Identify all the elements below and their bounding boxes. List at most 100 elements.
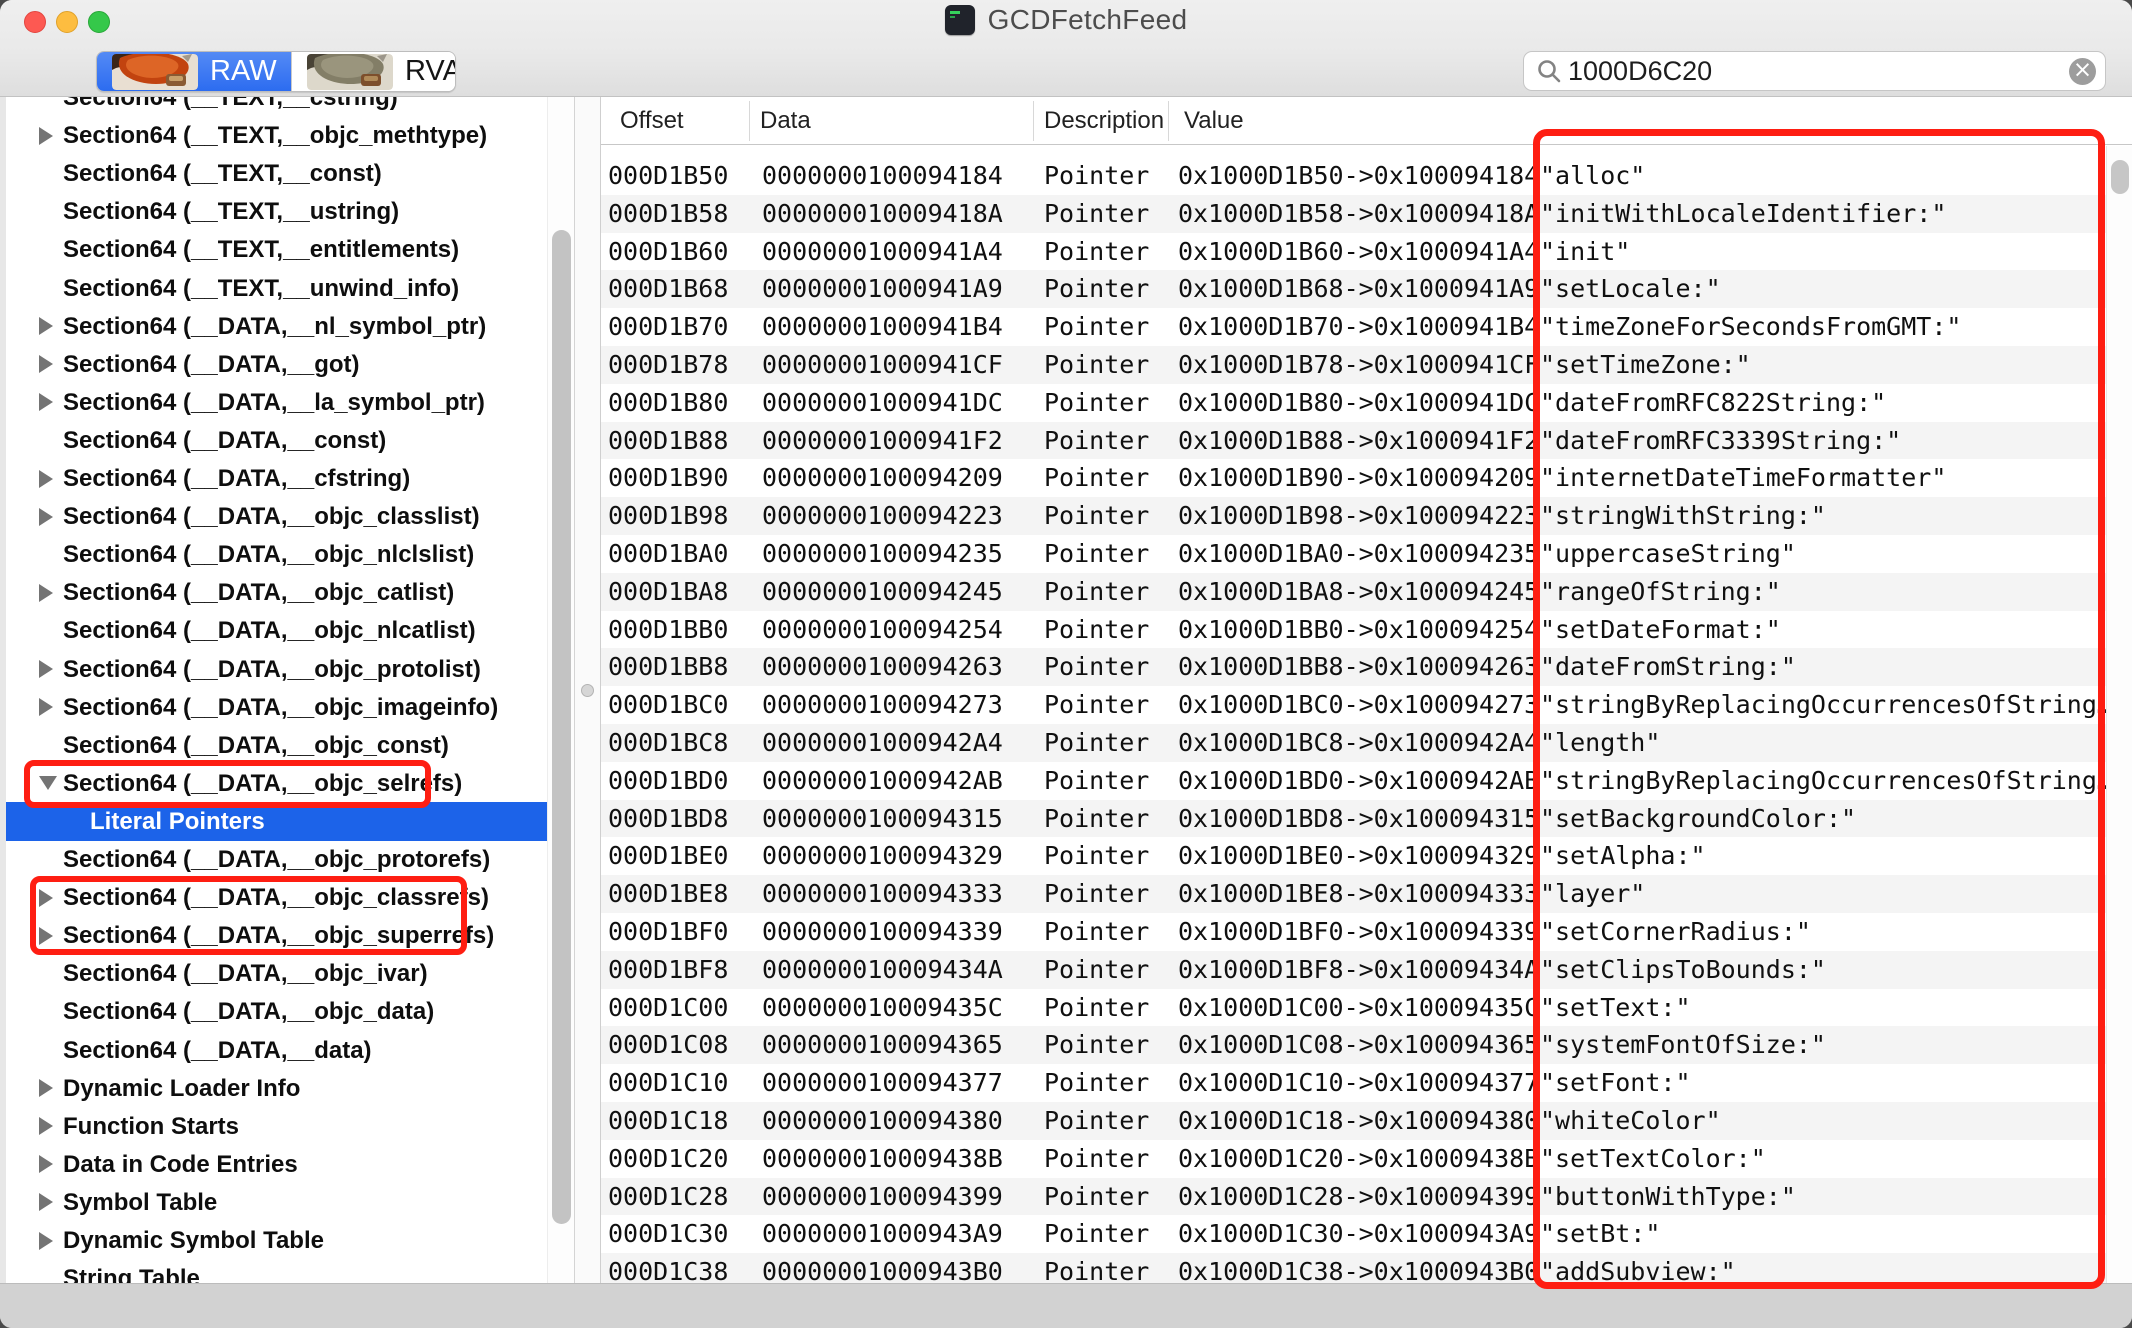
disclosure-triangle-icon[interactable]	[39, 584, 53, 602]
table-row[interactable]: 000D1B78 00000001000941CF Pointer 0x1000…	[601, 346, 2106, 384]
table-row[interactable]: 000D1BA0 0000000100094235 Pointer 0x1000…	[601, 535, 2106, 573]
table-row[interactable]: 000D1BC0 0000000100094273 Pointer 0x1000…	[601, 686, 2106, 724]
disclosure-triangle-icon[interactable]	[39, 470, 53, 488]
sidebar-item[interactable]: Function Starts	[6, 1107, 547, 1146]
sidebar-item[interactable]: Section64 (__DATA,__got)	[6, 345, 547, 384]
table-row[interactable]: 000D1BC8 00000001000942A4 Pointer 0x1000…	[601, 724, 2106, 762]
sidebar-item[interactable]: Section64 (__TEXT,__objc_methtype)	[6, 116, 547, 155]
disclosure-triangle-icon[interactable]	[39, 660, 53, 678]
table-row[interactable]: 000D1BB8 0000000100094263 Pointer 0x1000…	[601, 648, 2106, 686]
table-row[interactable]: 000D1BF0 0000000100094339 Pointer 0x1000…	[601, 913, 2106, 951]
sidebar-item[interactable]: Dynamic Loader Info	[6, 1069, 547, 1108]
table-row[interactable]: 000D1C20 000000010009438B Pointer 0x1000…	[601, 1140, 2106, 1178]
disclosure-triangle-icon[interactable]	[39, 889, 53, 907]
sidebar-scrollbar[interactable]	[547, 97, 574, 1283]
table-row[interactable]: 000D1C38 00000001000943B0 Pointer 0x1000…	[601, 1253, 2106, 1283]
search-field[interactable]: 1000D6C20 ×	[1523, 51, 2106, 91]
column-header-value[interactable]: Value	[1184, 97, 1244, 145]
table-row[interactable]: 000D1B68 00000001000941A9 Pointer 0x1000…	[601, 270, 2106, 308]
table-row[interactable]: 000D1B88 00000001000941F2 Pointer 0x1000…	[601, 422, 2106, 460]
sidebar-item[interactable]: Section64 (__DATA,__const)	[6, 421, 547, 460]
table-row[interactable]: 000D1C18 0000000100094380 Pointer 0x1000…	[601, 1102, 2106, 1140]
table-row[interactable]: 000D1C28 0000000100094399 Pointer 0x1000…	[601, 1178, 2106, 1216]
disclosure-triangle-icon[interactable]	[39, 127, 53, 145]
table-row[interactable]: 000D1B90 0000000100094209 Pointer 0x1000…	[601, 459, 2106, 497]
column-header-description[interactable]: Description	[1044, 97, 1164, 145]
table-row[interactable]: 000D1BE8 0000000100094333 Pointer 0x1000…	[601, 875, 2106, 913]
sidebar-item[interactable]: Section64 (__TEXT,__entitlements)	[6, 230, 547, 269]
table-row[interactable]: 000D1C10 0000000100094377 Pointer 0x1000…	[601, 1064, 2106, 1102]
disclosure-triangle-icon[interactable]	[39, 927, 53, 945]
table-row[interactable]: 000D1B70 00000001000941B4 Pointer 0x1000…	[601, 308, 2106, 346]
sidebar-item[interactable]: Symbol Table	[6, 1183, 547, 1222]
sidebar-item[interactable]: Dynamic Symbol Table	[6, 1221, 547, 1260]
disclosure-triangle-icon[interactable]	[39, 698, 53, 716]
sidebar-item[interactable]: Section64 (__DATA,__objc_ivar)	[6, 954, 547, 993]
table-row[interactable]: 000D1BA8 0000000100094245 Pointer 0x1000…	[601, 573, 2106, 611]
disclosure-triangle-icon[interactable]	[39, 508, 53, 526]
disclosure-triangle-icon[interactable]	[39, 355, 53, 373]
column-header-data[interactable]: Data	[760, 97, 811, 145]
cell-value: 0x1000D1BC8->0x1000942A4	[1178, 724, 1539, 762]
sidebar-item[interactable]: Section64 (__DATA,__objc_classlist)	[6, 497, 547, 536]
disclosure-triangle-icon[interactable]	[39, 393, 53, 411]
table-row[interactable]: 000D1BD0 00000001000942AB Pointer 0x1000…	[601, 762, 2106, 800]
sidebar-item[interactable]: Section64 (__DATA,__objc_imageinfo)	[6, 688, 547, 727]
cell-description: Pointer	[1044, 1064, 1149, 1102]
disclosure-triangle-icon[interactable]	[39, 776, 57, 790]
table-scrollbar-thumb[interactable]	[2111, 160, 2129, 194]
table-row[interactable]: 000D1C30 00000001000943A9 Pointer 0x1000…	[601, 1215, 2106, 1253]
sidebar-item[interactable]: Section64 (__DATA,__objc_selrefs)	[6, 764, 547, 803]
disclosure-triangle-icon[interactable]	[39, 1193, 53, 1211]
table-row[interactable]: 000D1C00 000000010009435C Pointer 0x1000…	[601, 989, 2106, 1027]
sidebar-item[interactable]: Section64 (__DATA,__objc_nlclslist)	[6, 535, 547, 574]
table-row[interactable]: 000D1C08 0000000100094365 Pointer 0x1000…	[601, 1026, 2106, 1064]
disclosure-triangle-icon[interactable]	[39, 1117, 53, 1135]
cell-offset: 000D1B98	[608, 497, 728, 535]
split-divider[interactable]	[574, 97, 601, 1283]
sidebar-item[interactable]: Section64 (__DATA,__la_symbol_ptr)	[6, 383, 547, 422]
table-row[interactable]: 000D1B80 00000001000941DC Pointer 0x1000…	[601, 384, 2106, 422]
segment-raw[interactable]: RAW	[97, 52, 291, 91]
sidebar-item[interactable]: Section64 (__DATA,__objc_protolist)	[6, 650, 547, 689]
cell-value: 0x1000D1B68->0x1000941A9	[1178, 270, 1539, 308]
table-row[interactable]: 000D1BF8 000000010009434A Pointer 0x1000…	[601, 951, 2106, 989]
sidebar-item[interactable]: String Table	[6, 1259, 547, 1283]
search-input-value[interactable]: 1000D6C20	[1568, 56, 2069, 87]
disclosure-triangle-icon[interactable]	[39, 1079, 53, 1097]
column-header-offset[interactable]: Offset	[620, 97, 684, 145]
sidebar-scrollbar-thumb[interactable]	[552, 230, 571, 1224]
sidebar-item[interactable]: Section64 (__DATA,__objc_classrefs)	[6, 878, 547, 917]
sidebar-item[interactable]: Section64 (__DATA,__cfstring)	[6, 459, 547, 498]
sidebar-item[interactable]: Literal Pointers	[6, 802, 547, 841]
table-scrollbar[interactable]	[2106, 146, 2132, 1283]
segment-rva[interactable]: RVA	[291, 52, 455, 91]
cell-description: Pointer	[1044, 346, 1149, 384]
sidebar-item[interactable]: Section64 (__TEXT,__const)	[6, 154, 547, 193]
table-row[interactable]: 000D1B98 0000000100094223 Pointer 0x1000…	[601, 497, 2106, 535]
table-row[interactable]: 000D1B58 000000010009418A Pointer 0x1000…	[601, 195, 2106, 233]
sidebar-item[interactable]: Section64 (__DATA,__objc_catlist)	[6, 573, 547, 612]
sidebar-item[interactable]: Section64 (__DATA,__nl_symbol_ptr)	[6, 307, 547, 346]
sidebar-item[interactable]: Data in Code Entries	[6, 1145, 547, 1184]
sidebar-item[interactable]: Section64 (__DATA,__objc_protorefs)	[6, 840, 547, 879]
table-row[interactable]: 000D1BE0 0000000100094329 Pointer 0x1000…	[601, 837, 2106, 875]
table-row[interactable]: 000D1B50 0000000100094184 Pointer 0x1000…	[601, 157, 2106, 195]
disclosure-triangle-icon[interactable]	[39, 317, 53, 335]
table-row[interactable]: 000D1BB0 0000000100094254 Pointer 0x1000…	[601, 611, 2106, 649]
sidebar-item[interactable]: Section64 (__DATA,__objc_superrefs)	[6, 916, 547, 955]
table-row[interactable]: 000D1BD8 0000000100094315 Pointer 0x1000…	[601, 800, 2106, 838]
table-row[interactable]: 000D1B60 00000001000941A4 Pointer 0x1000…	[601, 233, 2106, 271]
sidebar-item[interactable]: Section64 (__DATA,__data)	[6, 1031, 547, 1070]
sidebar-item[interactable]: Section64 (__DATA,__objc_data)	[6, 992, 547, 1031]
disclosure-triangle-icon[interactable]	[39, 1155, 53, 1173]
sidebar-item[interactable]: Section64 (__TEXT,__ustring)	[6, 192, 547, 231]
sidebar-item[interactable]: Section64 (__DATA,__objc_const)	[6, 726, 547, 765]
sidebar-item[interactable]: Section64 (__DATA,__objc_nlcatlist)	[6, 611, 547, 650]
sidebar-item[interactable]: Section64 (__TEXT,__cstring)	[6, 97, 547, 117]
disclosure-triangle-icon[interactable]	[39, 1232, 53, 1250]
sidebar-item-label: Section64 (__DATA,__objc_classlist)	[63, 497, 547, 536]
clear-search-icon[interactable]: ×	[2069, 58, 2096, 85]
sidebar-item[interactable]: Section64 (__TEXT,__unwind_info)	[6, 269, 547, 308]
split-divider-handle-icon[interactable]	[581, 684, 594, 697]
